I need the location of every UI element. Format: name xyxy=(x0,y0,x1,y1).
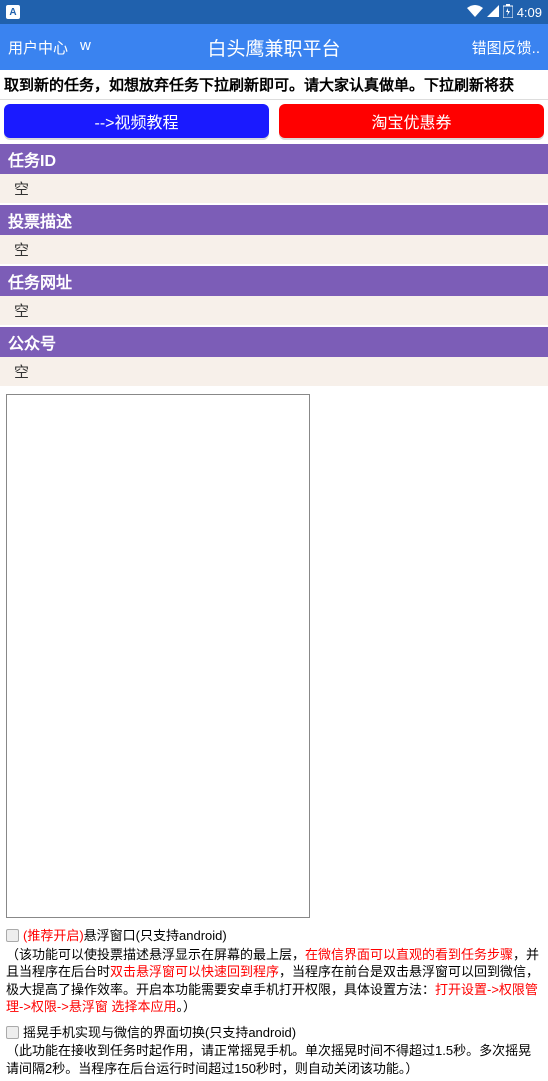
task-detail-textarea[interactable] xyxy=(6,394,310,918)
task-url-header: 任务网址 xyxy=(0,266,548,296)
task-id-value: 空 xyxy=(0,174,548,205)
pub-account-value: 空 xyxy=(0,357,548,388)
status-time: 4:09 xyxy=(517,5,542,20)
feedback-link[interactable]: 错图反馈.. xyxy=(472,37,540,58)
float-window-label: (推荐开启)悬浮窗口(只支持android) xyxy=(23,927,227,945)
user-center-link[interactable]: 用户中心 xyxy=(8,37,68,58)
vote-desc-value: 空 xyxy=(0,235,548,266)
status-app-icon: A xyxy=(6,5,20,19)
textarea-wrap xyxy=(0,388,548,923)
status-right: 4:09 xyxy=(467,4,542,21)
float-window-checkbox[interactable] xyxy=(6,929,19,942)
float-window-desc: （该功能可以使投票描述悬浮显示在屏幕的最上层，在微信界面可以直观的看到任务步骤，… xyxy=(6,946,542,1016)
video-tutorial-button[interactable]: -->视频教程 xyxy=(4,104,269,138)
option-shake-switch: 摇晃手机实现与微信的界面切换(只支持android) （此功能在接收到任务时起作… xyxy=(0,1020,548,1081)
shake-switch-checkbox[interactable] xyxy=(6,1026,19,1039)
option-float-window: (推荐开启)悬浮窗口(只支持android) （该功能可以使投票描述悬浮显示在屏… xyxy=(0,923,548,1020)
user-label: w xyxy=(80,37,91,58)
app-title: 白头鹰兼职平台 xyxy=(207,34,340,61)
shake-switch-label: 摇晃手机实现与微信的界面切换(只支持android) xyxy=(23,1024,296,1042)
task-id-header: 任务ID xyxy=(0,144,548,174)
wifi-icon xyxy=(467,5,483,20)
signal-icon xyxy=(487,5,499,20)
battery-icon xyxy=(503,4,513,21)
vote-desc-header: 投票描述 xyxy=(0,205,548,235)
pub-account-header: 公众号 xyxy=(0,327,548,357)
status-bar: A 4:09 xyxy=(0,0,548,24)
button-row: -->视频教程 淘宝优惠券 xyxy=(0,100,548,144)
task-url-value: 空 xyxy=(0,296,548,327)
taobao-coupon-button[interactable]: 淘宝优惠券 xyxy=(279,104,544,138)
notice-text: 取到新的任务，如想放弃任务下拉刷新即可。请大家认真做单。下拉刷新将获 xyxy=(0,70,548,100)
shake-switch-desc: （此功能在接收到任务时起作用，请正常摇晃手机。单次摇晃时间不得超过1.5秒。多次… xyxy=(6,1042,542,1077)
app-bar: 用户中心 w 白头鹰兼职平台 错图反馈.. xyxy=(0,24,548,70)
